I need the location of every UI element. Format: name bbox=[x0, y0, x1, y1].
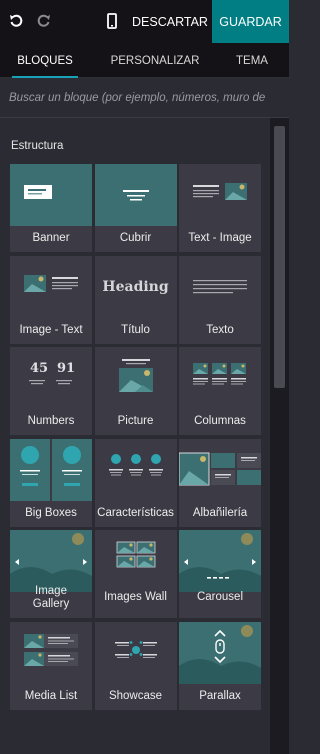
block-picture[interactable]: Picture bbox=[94, 347, 177, 435]
save-button[interactable]: GUARDAR bbox=[212, 0, 289, 43]
block-label: Características bbox=[97, 506, 174, 519]
section-title: Estructura bbox=[11, 140, 64, 152]
media-list-thumbnail bbox=[24, 633, 78, 666]
heading-thumbnail: Heading bbox=[95, 256, 177, 318]
block-label: Media List bbox=[24, 689, 78, 702]
block-showcase[interactable]: Showcase bbox=[94, 621, 177, 710]
numbers-lines bbox=[29, 380, 72, 385]
block-label: Carousel bbox=[196, 591, 244, 604]
numbers-thumbnail: 45 91 bbox=[10, 347, 92, 409]
heading-preview-text: Heading bbox=[102, 278, 169, 295]
showcase-thumbnail bbox=[114, 640, 157, 658]
editor-toolbar: DESCARTAR GUARDAR bbox=[0, 0, 289, 43]
block-text[interactable]: Texto bbox=[179, 255, 261, 344]
block-big-boxes[interactable]: Big Boxes bbox=[10, 438, 92, 527]
block-label: Albañilería bbox=[192, 506, 248, 519]
tab-theme[interactable]: TEMA bbox=[228, 43, 276, 78]
block-media-list[interactable]: Media List bbox=[10, 621, 92, 710]
block-label: Parallax bbox=[199, 689, 241, 702]
block-label: Text - Image bbox=[188, 232, 252, 245]
columns-thumbnail bbox=[193, 363, 246, 385]
block-label: Showcase bbox=[108, 689, 163, 702]
undo-icon bbox=[10, 14, 23, 27]
picture-thumbnail bbox=[118, 359, 153, 392]
banner-thumbnail bbox=[10, 164, 92, 226]
block-label: Image Gallery bbox=[32, 584, 70, 610]
block-numbers[interactable]: 45 91 Numbers bbox=[10, 347, 92, 435]
masonry-thumbnail bbox=[179, 452, 261, 485]
block-search bbox=[0, 78, 289, 118]
image-text-thumbnail bbox=[24, 274, 78, 292]
block-label: Big Boxes bbox=[25, 506, 77, 519]
block-carousel[interactable]: Carousel bbox=[179, 530, 261, 618]
search-input[interactable] bbox=[0, 78, 266, 118]
redo-button[interactable] bbox=[32, 9, 56, 33]
cover-thumbnail bbox=[94, 164, 177, 226]
mobile-preview-button[interactable] bbox=[100, 9, 124, 33]
mobile-preview-icon bbox=[107, 13, 117, 29]
block-label: Numbers bbox=[27, 415, 75, 428]
block-label: Texto bbox=[206, 323, 234, 336]
block-masonry[interactable]: Albañilería bbox=[179, 438, 261, 527]
block-banner[interactable]: Banner bbox=[10, 164, 92, 252]
blocks-panel: Estructura Banner Cubrir Text - Image Im… bbox=[0, 118, 270, 754]
blocks-grid: Banner Cubrir Text - Image Image - Text … bbox=[10, 164, 261, 710]
undo-button[interactable] bbox=[4, 9, 28, 33]
discard-button[interactable]: DESCARTAR bbox=[128, 0, 212, 43]
block-label: Picture bbox=[117, 415, 154, 428]
block-images-wall[interactable]: Images Wall bbox=[94, 530, 177, 618]
block-parallax[interactable]: Parallax bbox=[179, 621, 261, 710]
block-label: Images Wall bbox=[104, 591, 167, 604]
parallax-thumbnail bbox=[179, 621, 261, 684]
block-label: Banner bbox=[32, 232, 70, 245]
features-thumbnail bbox=[108, 453, 163, 475]
block-features[interactable]: Características bbox=[94, 438, 177, 527]
tab-blocks[interactable]: BLOQUES bbox=[12, 43, 78, 78]
tab-customize[interactable]: PERSONALIZAR bbox=[104, 43, 206, 78]
block-columns[interactable]: Columnas bbox=[179, 347, 261, 435]
block-image-text[interactable]: Image - Text bbox=[10, 255, 92, 344]
block-label: Image - Text bbox=[19, 323, 83, 336]
block-image-gallery[interactable]: Image Gallery bbox=[10, 530, 92, 618]
block-cover[interactable]: Cubrir bbox=[94, 164, 177, 252]
panel-tabs: BLOQUES PERSONALIZAR TEMA bbox=[0, 43, 289, 78]
block-label: Columnas bbox=[194, 415, 246, 428]
block-label: Título bbox=[121, 323, 150, 336]
text-image-thumbnail bbox=[193, 183, 247, 200]
big-boxes-thumbnail bbox=[10, 438, 92, 501]
blocks-scrollbar-thumb[interactable] bbox=[274, 126, 285, 388]
block-heading[interactable]: Heading Título bbox=[94, 255, 177, 344]
redo-icon bbox=[37, 14, 50, 27]
block-text-image[interactable]: Text - Image bbox=[179, 164, 261, 252]
block-label: Cubrir bbox=[119, 232, 152, 245]
text-thumbnail bbox=[193, 279, 247, 293]
